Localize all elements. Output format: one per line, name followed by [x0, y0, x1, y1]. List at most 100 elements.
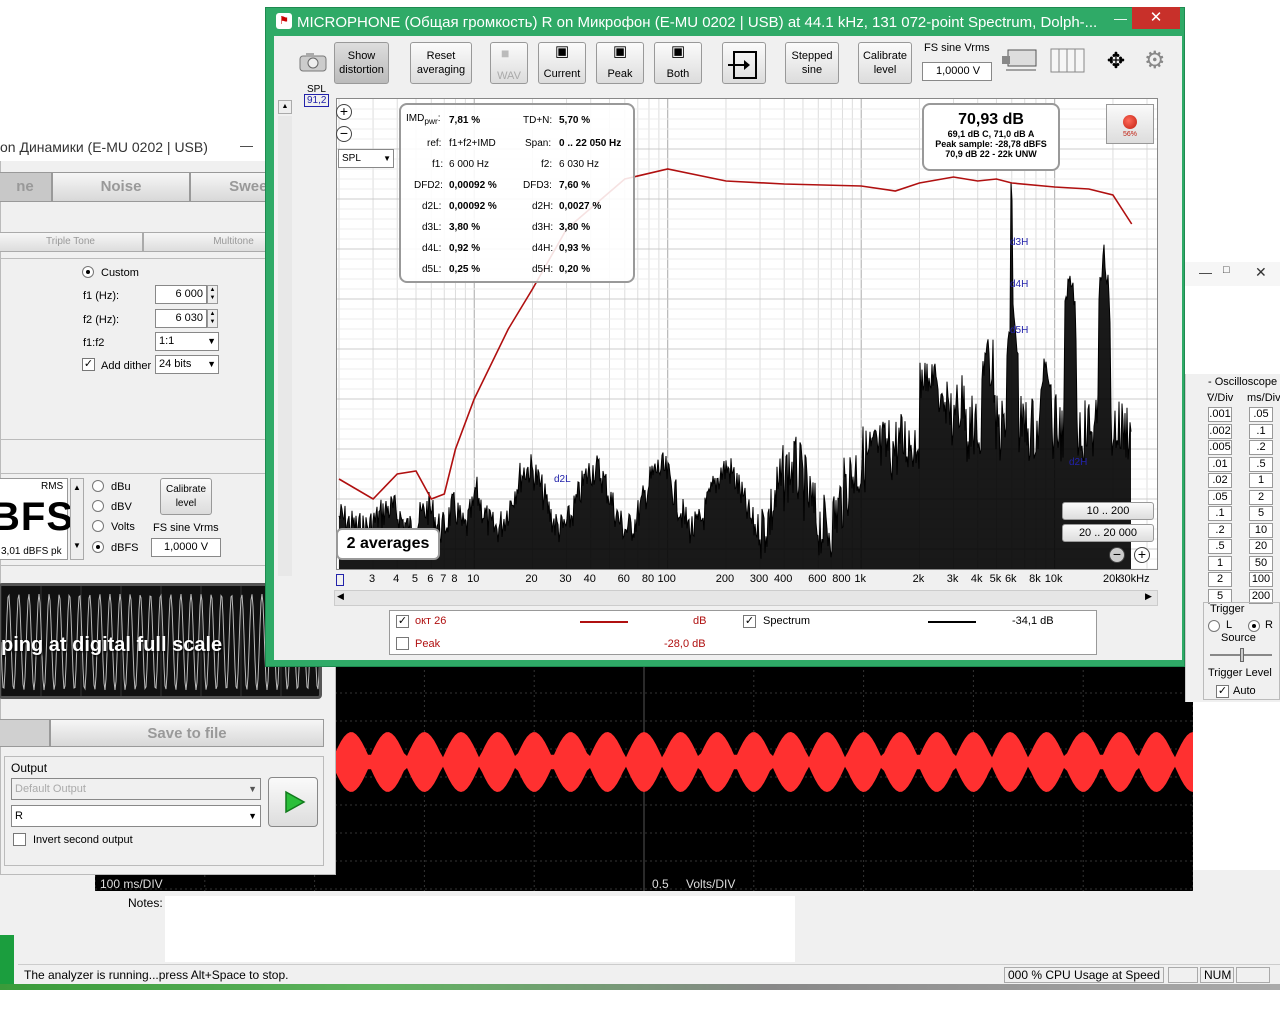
output-device-select[interactable]: Default Output ▼ — [11, 778, 261, 800]
oscilloscope-title: Oscilloscope — [1214, 376, 1278, 388]
msdiv-option[interactable]: .1 — [1249, 423, 1273, 439]
stepped-sine-button[interactable]: Stepped sine — [785, 42, 839, 84]
vdiv-option[interactable]: 2 — [1208, 572, 1232, 587]
vdiv-option[interactable]: .002 — [1208, 423, 1232, 439]
d5h-value: 0,20 % — [559, 264, 591, 275]
record-button[interactable]: 56% — [1106, 104, 1154, 144]
import-button[interactable] — [722, 42, 766, 84]
output-label: Output — [11, 761, 48, 775]
maximize-icon[interactable]: □ — [1223, 264, 1230, 276]
vdiv-option[interactable]: 1 — [1208, 555, 1232, 571]
save-to-file-button[interactable]: Save to file — [50, 719, 324, 747]
d5l-label: d5L: — [422, 264, 442, 275]
tab-tone[interactable]: ne — [0, 172, 52, 202]
spectrum-trace-checkbox[interactable]: ✓ — [743, 615, 756, 628]
tab-triple-tone[interactable]: Triple Tone — [0, 232, 143, 252]
vdiv-option[interactable]: .005 — [1208, 440, 1232, 455]
gear-icon[interactable]: ⚙ — [1144, 48, 1170, 74]
minimize-icon[interactable]: — — [1199, 265, 1212, 280]
horizontal-scrollbar[interactable]: ◀ ▶ — [334, 590, 1158, 606]
status-bar: The analyzer is running...press Alt+Spac… — [18, 964, 1280, 984]
zoom-in-x-icon[interactable]: + — [1134, 547, 1150, 563]
range-10-200-button[interactable]: 10 .. 200 — [1062, 502, 1154, 520]
add-dither-checkbox[interactable]: ✓ — [82, 358, 95, 371]
vdiv-option[interactable]: .001 — [1208, 407, 1232, 422]
x-tick-label: 80 — [641, 573, 655, 585]
dither-select[interactable]: 24 bits ▼ — [155, 355, 219, 374]
generator-fs-sine-input[interactable]: 1,0000 V — [151, 538, 221, 557]
msdiv-option[interactable]: .05 — [1249, 407, 1273, 422]
invert-second-output-checkbox[interactable] — [13, 833, 26, 846]
fs-sine-input[interactable]: 1,0000 V — [922, 62, 992, 81]
spectrum-trace-swatch — [928, 621, 976, 623]
range-20-20000-button[interactable]: 20 .. 20 000 — [1062, 524, 1154, 542]
scroll-right-icon[interactable]: ▶ — [1145, 591, 1152, 602]
f2-spinner[interactable]: ▲ ▼ — [207, 309, 218, 328]
tab-noise[interactable]: Noise — [52, 172, 190, 202]
msdiv-option[interactable]: 100 — [1249, 572, 1273, 587]
zoom-in-icon[interactable]: + — [336, 104, 352, 120]
chevron-down-icon: ▼ — [383, 154, 391, 163]
scroll-up-icon[interactable]: ▲ — [278, 100, 292, 114]
msdiv-option[interactable]: 20 — [1249, 539, 1273, 554]
play-button[interactable] — [268, 777, 318, 827]
vdiv-option[interactable]: .05 — [1208, 489, 1232, 505]
current-button[interactable]: ▣ Current — [538, 42, 586, 84]
msdiv-option[interactable]: 50 — [1249, 555, 1273, 571]
zoom-out-icon[interactable]: − — [336, 126, 352, 142]
ratio-select[interactable]: 1:1 ▼ — [155, 332, 219, 351]
reset-averaging-button[interactable]: Reset averaging — [410, 42, 472, 84]
dbu-label: dBu — [111, 481, 131, 493]
f2-input[interactable]: 6 030 — [155, 309, 207, 328]
f1-spinner[interactable]: ▲ ▼ — [207, 285, 218, 304]
trigger-l-radio[interactable] — [1208, 620, 1220, 632]
generator-calibrate-level-button[interactable]: Calibrate level — [160, 478, 212, 515]
volts-radio[interactable] — [92, 520, 104, 532]
scroll-left-icon[interactable]: ◀ — [337, 591, 344, 602]
dbv-radio[interactable] — [92, 500, 104, 512]
zoom-out-x-icon[interactable]: − — [1109, 547, 1125, 563]
vdiv-option[interactable]: .2 — [1208, 522, 1232, 538]
camera-icon[interactable] — [298, 52, 328, 72]
y-unit-select[interactable]: SPL ▼ — [338, 149, 394, 168]
calibrate-level-button[interactable]: Calibrate level — [858, 42, 912, 84]
d3h-value: 3,80 % — [559, 222, 591, 233]
dbu-radio[interactable] — [92, 480, 104, 492]
chevron-down-icon: ▼ — [207, 336, 216, 346]
peak-button[interactable]: ▣ Peak — [596, 42, 644, 84]
msdiv-option[interactable]: .2 — [1249, 440, 1273, 455]
msdiv-option[interactable]: 2 — [1249, 489, 1273, 505]
peak-trace-checkbox[interactable] — [396, 637, 409, 650]
msdiv-option[interactable]: 1 — [1249, 473, 1273, 488]
close-button[interactable]: ✕ — [1132, 7, 1180, 29]
generate-button[interactable] — [0, 719, 50, 747]
minimize-icon[interactable]: — — [240, 138, 253, 153]
vertical-scrollbar[interactable] — [278, 116, 292, 576]
trace1-checkbox[interactable]: ✓ — [396, 615, 409, 628]
split-view-icon[interactable] — [1050, 48, 1086, 74]
save-icon: ▣ — [613, 43, 628, 60]
view-layout-icon[interactable] — [1000, 48, 1038, 72]
notes-textarea[interactable] — [165, 896, 795, 962]
msdiv-option[interactable]: 10 — [1249, 522, 1273, 538]
vdiv-option[interactable]: .01 — [1208, 456, 1232, 472]
vdiv-option[interactable]: .1 — [1208, 506, 1232, 521]
output-channel-select[interactable]: R ▼ — [11, 805, 261, 827]
auto-checkbox[interactable]: ✓ — [1216, 685, 1229, 698]
wav-button[interactable]: ■ WAV — [490, 42, 528, 84]
msdiv-option[interactable]: .5 — [1249, 456, 1273, 472]
dbfs-radio[interactable] — [92, 541, 104, 553]
custom-radio[interactable] — [82, 266, 94, 278]
minimize-icon[interactable]: — — [1114, 11, 1127, 26]
close-icon[interactable]: ✕ — [1255, 264, 1267, 281]
move-icon[interactable]: ✥ — [1098, 48, 1134, 74]
trigger-level-thumb[interactable] — [1240, 648, 1244, 662]
both-button[interactable]: ▣ Both — [654, 42, 702, 84]
msdiv-option[interactable]: 5 — [1249, 506, 1273, 521]
f1-input[interactable]: 6 000 — [155, 285, 207, 304]
show-distortion-button[interactable]: Show distortion — [334, 42, 389, 84]
level-spinner[interactable]: ▲ ▼ — [70, 478, 84, 560]
trigger-r-radio[interactable] — [1248, 620, 1260, 632]
vdiv-option[interactable]: .02 — [1208, 473, 1232, 488]
vdiv-option[interactable]: .5 — [1208, 539, 1232, 554]
